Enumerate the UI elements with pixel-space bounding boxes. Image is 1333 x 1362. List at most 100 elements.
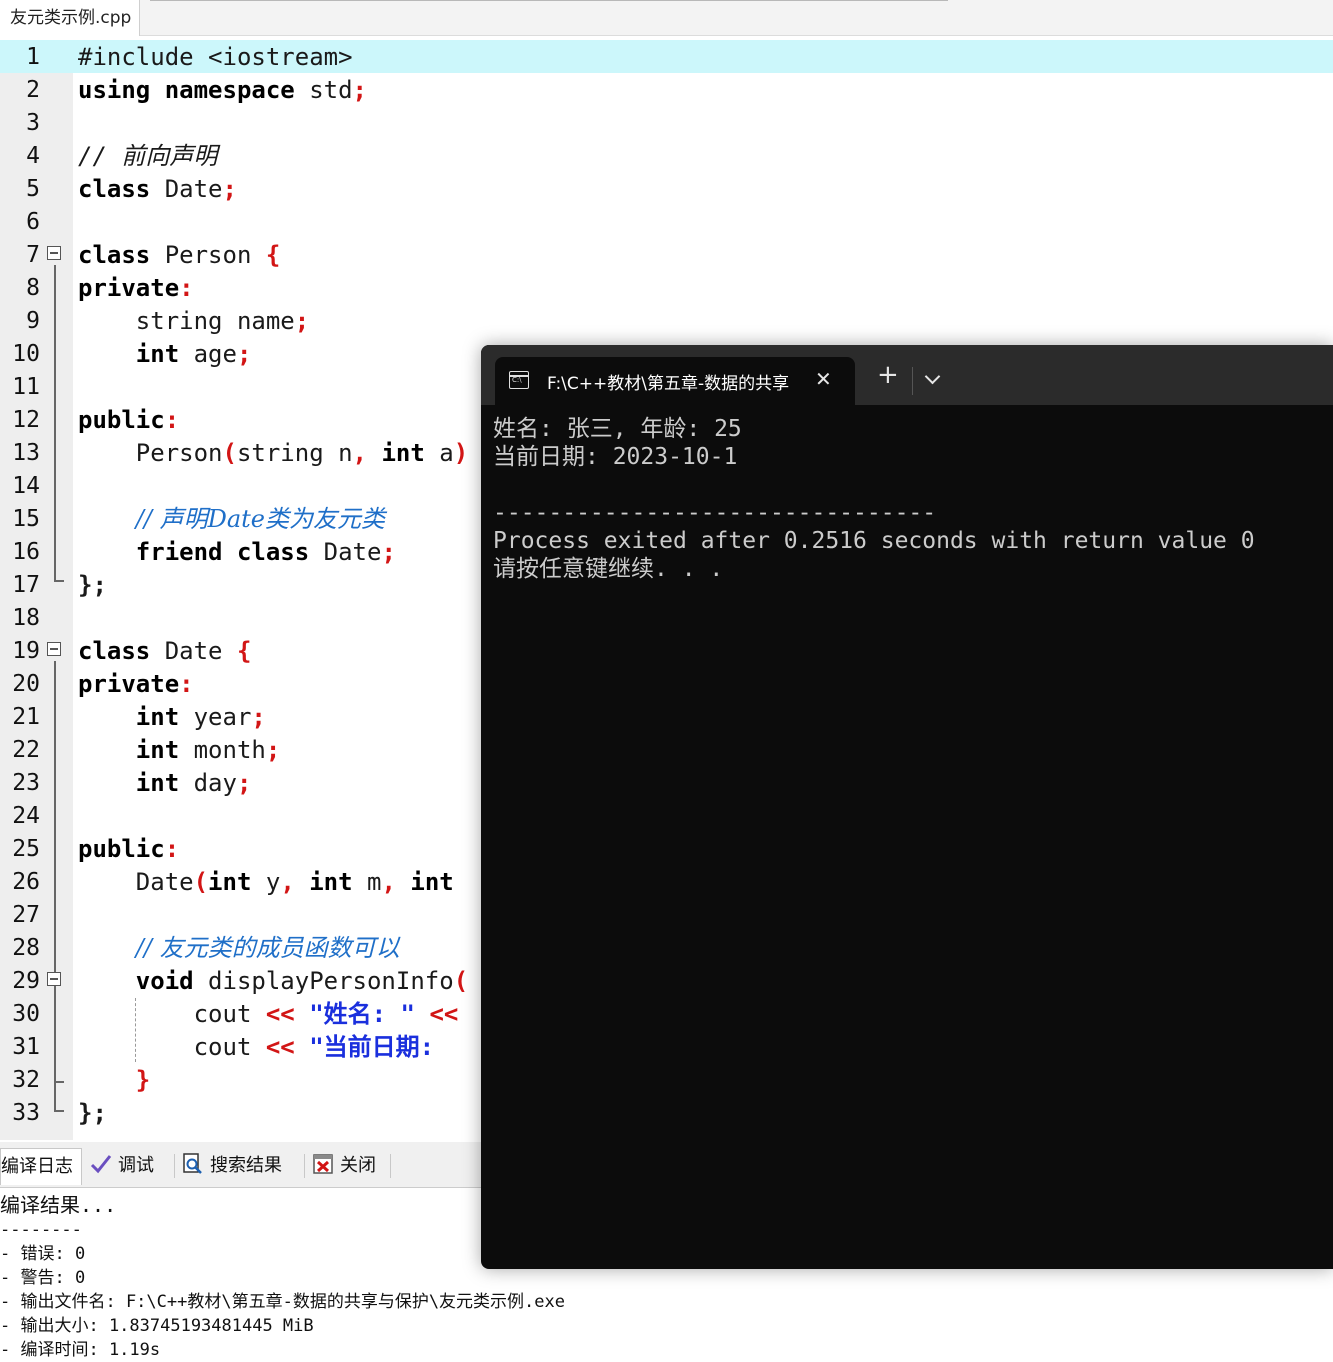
close-icon[interactable]: ✕ xyxy=(815,367,832,391)
punctuation: ( xyxy=(222,439,237,467)
output-line: Process exited after 0.2516 seconds with… xyxy=(493,528,1255,554)
code-line-8[interactable]: 8 private: xyxy=(0,271,1333,304)
plus-icon[interactable]: + xyxy=(877,362,899,388)
close-window-icon xyxy=(313,1154,333,1174)
punctuation: : xyxy=(164,406,180,434)
code-line-4[interactable]: 4 // 前向声明 xyxy=(0,139,1333,172)
code-text: public: xyxy=(78,832,179,867)
code-text: } xyxy=(78,1063,150,1098)
comment: // 友元类的成员函数可以 xyxy=(135,934,400,962)
string-literal: "姓名: " xyxy=(294,1000,430,1028)
punctuation: ; xyxy=(251,703,266,731)
code-line-2[interactable]: 2 using namespace std; xyxy=(0,73,1333,106)
editor-tab-bar: 友元类示例.cpp xyxy=(0,0,1333,36)
punctuation: ( xyxy=(453,967,469,995)
line-number: 13 xyxy=(12,440,40,466)
line-number: 2 xyxy=(26,77,40,103)
keyword: class xyxy=(78,175,151,203)
line-number: 7 xyxy=(26,242,40,268)
terminal-window[interactable]: F:\C++教材\第五章-数据的共享 ✕ + 姓名: 张三, 年龄: 25当前日… xyxy=(481,345,1333,1269)
line-number: 10 xyxy=(12,341,40,367)
punctuation: ; xyxy=(381,538,396,566)
keyword: int xyxy=(135,736,180,764)
identifier: Date xyxy=(150,175,223,203)
tab-separator xyxy=(304,1154,305,1178)
line-number: 30 xyxy=(12,1001,40,1027)
line-number: 17 xyxy=(12,572,40,598)
keyword: void xyxy=(135,967,194,995)
line-number: 8 xyxy=(26,275,40,301)
terminal-title-bar: F:\C++教材\第五章-数据的共享 ✕ + xyxy=(481,345,1333,405)
fold-collapse-icon[interactable] xyxy=(47,972,61,986)
code-line-7[interactable]: 7 class Person { xyxy=(0,238,1333,271)
code-text: class Person { xyxy=(78,238,280,273)
operator: << xyxy=(265,1000,295,1028)
identifier: cout xyxy=(193,1033,266,1061)
operator: << xyxy=(429,1000,459,1028)
code-line-1[interactable]: 1 #include <iostream> xyxy=(0,40,1333,73)
code-text: int day; xyxy=(78,766,252,801)
identifier: Person xyxy=(150,241,266,269)
punctuation: ; xyxy=(222,175,237,203)
keyword: class xyxy=(78,637,151,665)
identifier: m xyxy=(352,868,382,896)
tab-separator xyxy=(390,1154,391,1178)
line-number: 5 xyxy=(26,176,40,202)
line-number: 16 xyxy=(12,539,40,565)
punctuation: , xyxy=(352,439,367,467)
fold-collapse-icon[interactable] xyxy=(47,246,61,260)
terminal-output[interactable]: 姓名: 张三, 年龄: 25 当前日期: 2023-10-1 ----------… xyxy=(493,415,1255,583)
code-line-3[interactable]: 3 xyxy=(0,106,1333,139)
identifier: displayPersonInfo xyxy=(193,967,454,995)
code-line-6[interactable]: 6 xyxy=(0,205,1333,238)
chevron-down-icon[interactable] xyxy=(924,368,941,385)
keyword: int xyxy=(410,868,454,896)
line-number: 18 xyxy=(12,605,40,631)
punctuation: ; xyxy=(265,736,281,764)
punctuation: } xyxy=(135,1066,151,1094)
identifier: Date xyxy=(150,637,237,665)
identifier: cout xyxy=(193,1000,266,1028)
keyword: public xyxy=(78,406,165,434)
identifier: age xyxy=(179,340,237,368)
keyword: friend class xyxy=(135,538,310,566)
operator: << xyxy=(265,1033,295,1061)
file-tab[interactable]: 友元类示例.cpp xyxy=(0,0,141,36)
tab-label: 关闭 xyxy=(340,1155,376,1176)
line-number: 29 xyxy=(12,968,40,994)
tab-close[interactable]: 关闭 xyxy=(312,1148,376,1184)
identifier: y xyxy=(251,868,281,896)
code-text: public: xyxy=(78,403,179,438)
tab-compile-log[interactable]: 编译日志 xyxy=(0,1148,82,1185)
code-text: Person(string n, int a) xyxy=(78,436,468,471)
line-number: 26 xyxy=(12,869,40,895)
code-text: int year; xyxy=(78,700,266,735)
terminal-tab[interactable]: F:\C++教材\第五章-数据的共享 ✕ xyxy=(495,357,855,405)
code-text: private: xyxy=(78,271,194,306)
tab-separator xyxy=(174,1154,175,1178)
tab-search-results[interactable]: 搜索结果 xyxy=(182,1148,282,1184)
punctuation: { xyxy=(265,241,281,269)
title-separator xyxy=(912,367,913,395)
tab-debug[interactable]: 调试 xyxy=(90,1148,154,1184)
code-text: int age; xyxy=(78,337,252,372)
keyword: int xyxy=(135,340,180,368)
code-line-5[interactable]: 5 class Date; xyxy=(0,172,1333,205)
punctuation: : xyxy=(179,274,194,302)
fold-collapse-icon[interactable] xyxy=(47,642,61,656)
code-line-9[interactable]: 9 string name; xyxy=(0,304,1333,337)
line-number: 24 xyxy=(12,803,40,829)
code-text: Date(int y, int m, int xyxy=(78,865,454,900)
line-number: 22 xyxy=(12,737,40,763)
code-text: using namespace std; xyxy=(78,73,367,108)
punctuation: , xyxy=(381,868,396,896)
keyword: private xyxy=(78,274,180,302)
punctuation: ; xyxy=(236,769,252,797)
log-line: - 警告: 0 xyxy=(0,1268,86,1288)
tab-label: 搜索结果 xyxy=(210,1155,282,1176)
line-number: 11 xyxy=(12,374,40,400)
output-line: 姓名: 张三, 年龄: 25 xyxy=(493,416,742,442)
keyword: public xyxy=(78,835,165,863)
line-number: 23 xyxy=(12,770,40,796)
